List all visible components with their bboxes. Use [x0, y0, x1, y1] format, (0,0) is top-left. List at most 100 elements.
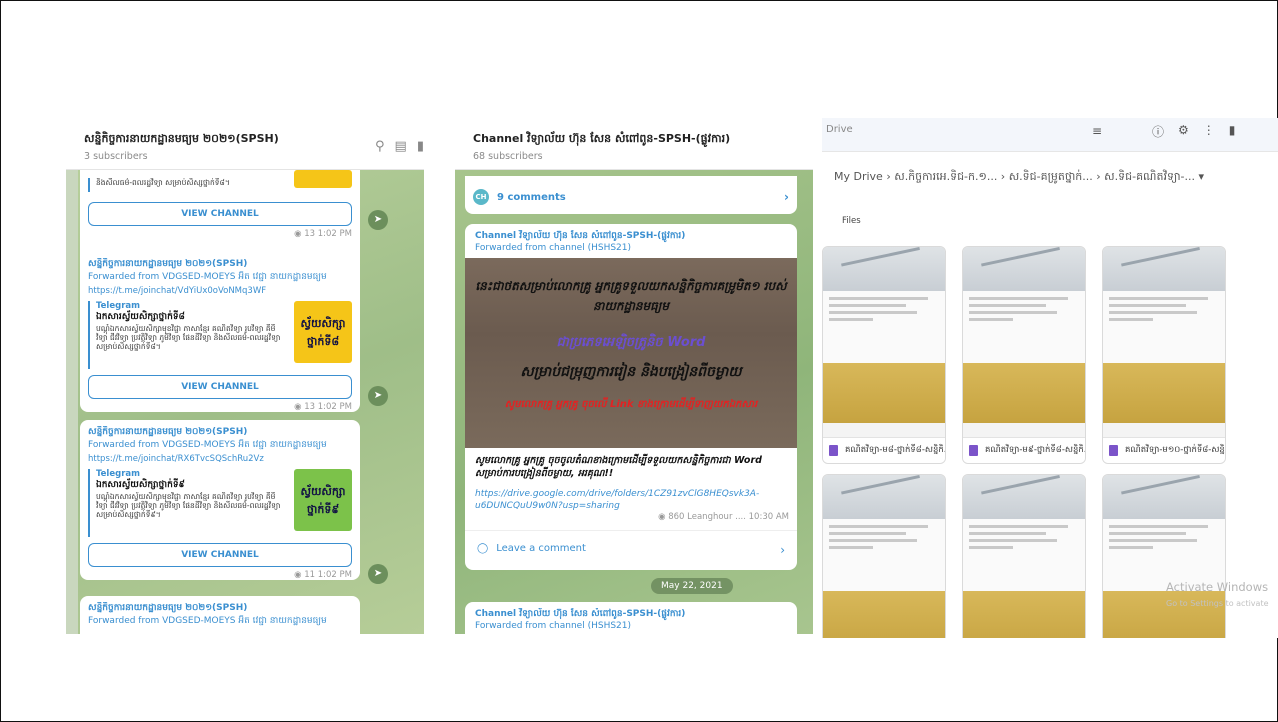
channel-message: សន្និកិច្ចការនាយកដ្ឋានមធ្យម ២០២១(SPSH) F… — [80, 420, 360, 580]
message-meta: ◉ 13 1:02 PM — [88, 402, 352, 412]
file-tile[interactable]: គណិតវិទ្យា-ម៩-ថ្នាក់ទី៨-សន្និកិ... — [962, 246, 1086, 464]
menu-icon[interactable]: ▮ — [417, 139, 424, 154]
breadcrumb[interactable]: My Drive › ស.កិច្ចការអេ.ទិជ-ក.១... › ស.ទ… — [834, 170, 1204, 186]
google-drive-panel: Drive ≡ ⓘ ⚙ ⋮ ▮ My Drive › ស.កិច្ចការអេ.… — [822, 118, 1278, 638]
message-author[interactable]: សន្និកិច្ចការនាយកដ្ឋានមធ្យម ២០២១(SPSH) — [88, 258, 352, 271]
views-author-time: 860 Leanghour .... 10:30 AM — [668, 512, 789, 522]
file-thumbnail-image — [1103, 363, 1225, 423]
post-meta: ◉ 860 Leanghour .... 10:30 AM — [658, 512, 789, 522]
channel-header: សន្និកិច្ចការនាយកដ្ឋានមធ្យម ២០២១(SPSH) 3… — [66, 124, 424, 170]
message-meta: ◉ 13 1:02 PM — [88, 229, 352, 239]
view-channel-button[interactable]: VIEW CHANNEL — [88, 202, 352, 226]
image-text-purpose: សម្រាប់ជម្រុញការរៀន និងបង្រៀនពីចម្ងាយ — [520, 364, 742, 380]
comments-icon[interactable]: ▤ — [395, 139, 407, 154]
forwarded-from[interactable]: Forwarded from channel (HSHS21) — [475, 243, 787, 253]
comments-card: CH 9 comments › — [465, 176, 797, 214]
drive-link[interactable]: https://drive.google.com/drive/folders/1… — [475, 488, 759, 512]
telegram-channel-panel-1: សន្និកិច្ចការនាយកដ្ឋានមធ្យម ២០២១(SPSH) 3… — [66, 124, 424, 634]
invite-link[interactable]: https://t.me/joinchat/VdYiUx0oVoNMq3WF — [88, 286, 352, 296]
file-thumbnail-image — [823, 591, 945, 638]
message-meta: ◉ 11 1:02 PM — [88, 570, 352, 580]
preview-thumbnail: ស្វ័យសិក្សា ថ្នាក់ទី៩ — [294, 469, 352, 531]
comments-count: 9 comments — [497, 191, 566, 203]
channel-title[interactable]: Channel វិទ្យាល័យ ហ៊ុន សែន សំពៅពូន-SPSH-… — [473, 132, 813, 148]
forwarded-from[interactable]: Forwarded from VDGSED-MOEYS អ៊ិត វេជ្ជា … — [88, 271, 352, 284]
filter-icon[interactable]: ≡ — [1092, 124, 1102, 138]
comments-link[interactable]: CH 9 comments › — [465, 184, 797, 210]
link-preview[interactable]: Telegram ឯកសារស្វ័យសិក្សាថ្នាក់ទី៩ បណ្ដុ… — [88, 469, 352, 537]
file-tile[interactable]: គណិតវិទ្យា-ម១០-ថ្នាក់ទី៨-សន្និក... — [1102, 246, 1226, 464]
subscriber-count: 68 subscribers — [473, 151, 543, 162]
share-icon[interactable]: ➤ — [368, 386, 388, 406]
file-thumbnail-text — [963, 291, 1085, 363]
message-author[interactable]: សន្និកិច្ចការនាយកដ្ឋានមធ្យម ២០២១(SPSH) — [88, 602, 352, 615]
file-thumbnail-text — [963, 519, 1085, 591]
file-tile[interactable]: គណិតវិទ្យា-ម៨-ថ្នាក់ទី៨-សន្និកិ... — [822, 246, 946, 464]
file-name-text: គណិតវិទ្យា-ម៩-ថ្នាក់ទី៨-សន្និកិ... — [985, 445, 1085, 455]
forwarded-from[interactable]: Forwarded from VDGSED-MOEYS អ៊ិត វេជ្ជា … — [88, 439, 352, 452]
views-icon: ◉ — [294, 402, 305, 412]
telegram-channel-panel-2: Channel វិទ្យាល័យ ហ៊ុន សែន សំពៅពូន-SPSH-… — [455, 124, 813, 634]
activate-windows-hint: Go to Settings to activate — [1166, 599, 1269, 608]
image-text-subtitle: ជាប្រភេទអេឡិចត្រូនិច Word — [556, 335, 706, 350]
channel-title[interactable]: សន្និកិច្ចការនាយកដ្ឋានមធ្យម ២០២១(SPSH) — [84, 132, 424, 148]
file-thumbnail — [823, 475, 945, 519]
files-section-label: Files — [842, 216, 861, 226]
file-name: គណិតវិទ្យា-ម៨-ថ្នាក់ទី៨-សន្និកិ... — [823, 437, 945, 463]
share-icon[interactable]: ➤ — [368, 564, 388, 584]
file-name-text: គណិតវិទ្យា-ម៨-ថ្នាក់ទី៨-សន្និកិ... — [845, 445, 945, 455]
view-channel-button[interactable]: VIEW CHANNEL — [88, 543, 352, 567]
views-icon: ◉ — [294, 229, 305, 239]
file-name-text: គណិតវិទ្យា-ម១០-ថ្នាក់ទី៨-សន្និក... — [1125, 445, 1225, 455]
post-author[interactable]: Channel វិទ្យាល័យ ហ៊ុន សែន សំពៅពូន-SPSH-… — [475, 608, 787, 621]
file-tile[interactable] — [822, 474, 946, 638]
file-thumbnail — [1103, 475, 1225, 519]
drive-top-bar: Drive ≡ ⓘ ⚙ ⋮ ▮ — [822, 118, 1278, 152]
doc-icon — [829, 445, 838, 456]
help-icon[interactable]: ⓘ — [1152, 123, 1164, 140]
file-thumbnail-image — [963, 591, 1085, 638]
doc-icon — [1109, 445, 1118, 456]
invite-link[interactable]: https://t.me/joinchat/RX6TvcSQSchRu2Vz — [88, 454, 352, 464]
channel-message: សន្និកិច្ចការនាយកដ្ឋានមធ្យម ២០២១(SPSH) F… — [80, 596, 360, 634]
channel-header: Channel វិទ្យាល័យ ហ៊ុន សែន សំពៅពូន-SPSH-… — [455, 124, 813, 170]
leave-comment-button[interactable]: ◯ Leave a comment › — [465, 530, 797, 570]
file-thumbnail-image — [823, 363, 945, 423]
account-icon[interactable]: ▮ — [1229, 123, 1236, 140]
search-input[interactable]: Drive — [826, 124, 853, 135]
view-channel-button[interactable]: VIEW CHANNEL — [88, 375, 352, 399]
preview-body: និងសីលធម៌-ពលរដ្ឋវិទ្យា សម្រាប់សិស្សថ្នាក… — [88, 178, 278, 192]
views-time: 13 1:02 PM — [304, 229, 352, 239]
views-icon: ◉ — [294, 570, 305, 580]
apps-grid-icon[interactable]: ⋮ — [1203, 123, 1215, 140]
file-thumbnail — [823, 247, 945, 291]
forwarded-from[interactable]: Forwarded from channel (HSHS21) — [475, 621, 787, 631]
views-icon: ◉ — [658, 512, 669, 522]
preview-thumbnail: ស្វ័យសិក្សា ថ្នាក់ទី៨ — [294, 301, 352, 363]
post-image[interactable]: នេះជាថតសម្រាប់លោកគ្រូ អ្នកគ្រូទទួលយកសន្ន… — [465, 258, 797, 448]
activate-windows-watermark: Activate Windows — [1166, 580, 1269, 594]
doc-icon — [969, 445, 978, 456]
image-text-heading: នេះជាថតសម្រាប់លោកគ្រូ អ្នកគ្រូទទួលយកសន្ន… — [475, 279, 787, 313]
header-actions: ⚲ ▤ ▮ — [375, 139, 424, 154]
file-thumbnail-text — [823, 291, 945, 363]
search-icon[interactable]: ⚲ — [375, 139, 385, 154]
share-icon[interactable]: ➤ — [368, 210, 388, 230]
file-thumbnail-text — [1103, 291, 1225, 363]
post-author[interactable]: Channel វិទ្យាល័យ ហ៊ុន សែន សំពៅពូន-SPSH-… — [475, 230, 787, 243]
file-thumbnail-text — [823, 519, 945, 591]
forwarded-from[interactable]: Forwarded from VDGSED-MOEYS អ៊ិត វេជ្ជា … — [88, 615, 352, 628]
settings-icon[interactable]: ⚙ — [1178, 123, 1189, 140]
comment-bubble-icon: ◯ — [477, 543, 489, 554]
chevron-right-icon: › — [780, 543, 785, 557]
file-name: គណិតវិទ្យា-ម១០-ថ្នាក់ទី៨-សន្និក... — [1103, 437, 1225, 463]
top-bar-actions: ⓘ ⚙ ⋮ ▮ — [1152, 123, 1235, 140]
link-preview[interactable]: Telegram ឯកសារស្វ័យសិក្សាថ្នាក់ទី៨ បណ្ដុ… — [88, 301, 352, 369]
post-body: សូមលោកគ្រូ អ្នកគ្រូ ចុចចូលតំណខាងក្រោមដើម… — [465, 448, 797, 530]
message-author[interactable]: សន្និកិច្ចការនាយកដ្ឋានមធ្យម ២០២១(SPSH) — [88, 426, 352, 439]
file-thumbnail — [963, 247, 1085, 291]
file-tile[interactable] — [1102, 474, 1226, 638]
preview-thumbnail — [294, 170, 352, 188]
file-tile[interactable] — [962, 474, 1086, 638]
preview-body: បណ្ដុំឯកសារស្វ័យសិក្សាមុខវិជ្ជា ភាសាខ្មែ… — [96, 492, 281, 519]
